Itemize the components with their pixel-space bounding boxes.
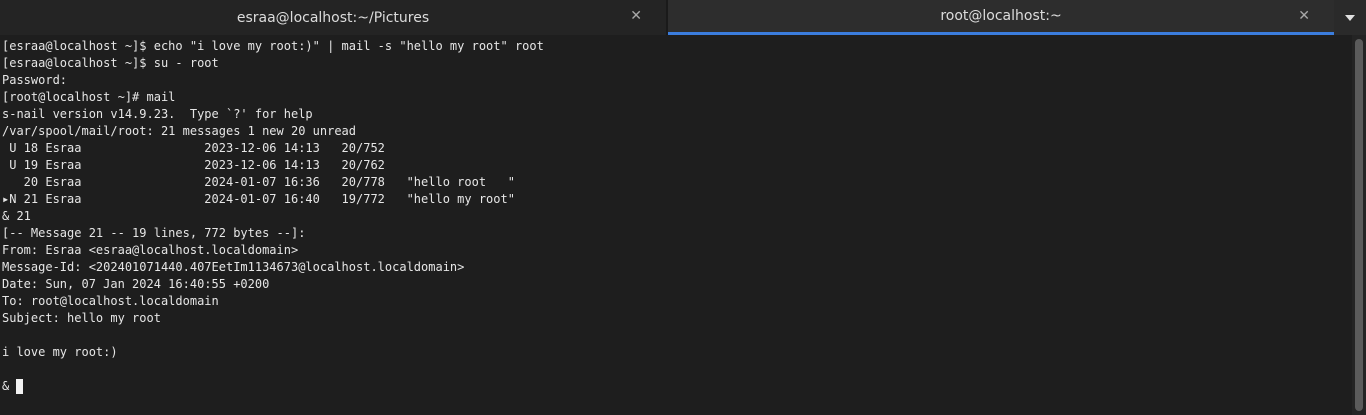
terminal-line: Message-Id: <202401071440.407EetIm113467… bbox=[2, 260, 465, 274]
prompt-line: & bbox=[2, 378, 544, 395]
text-cursor bbox=[16, 379, 24, 394]
terminal-line: [esraa@localhost ~]$ su - root bbox=[2, 56, 219, 70]
tab-title: esraa@localhost:~/Pictures bbox=[236, 9, 430, 26]
terminal-output[interactable]: [esraa@localhost ~]$ echo "i love my roo… bbox=[0, 35, 1352, 415]
terminal-line: U 19 Esraa 2023-12-06 14:13 20/762 bbox=[2, 158, 385, 172]
terminal-line: [esraa@localhost ~]$ echo "i love my roo… bbox=[2, 39, 544, 53]
tab-menu-button[interactable] bbox=[1334, 0, 1366, 35]
terminal-line: To: root@localhost.localdomain bbox=[2, 294, 219, 308]
close-icon[interactable]: ✕ bbox=[1298, 0, 1310, 32]
close-icon[interactable]: ✕ bbox=[630, 0, 642, 32]
scrollbar[interactable] bbox=[1352, 35, 1366, 415]
tab-root[interactable]: root@localhost:~ ✕ bbox=[668, 0, 1334, 35]
terminal-line: Password: bbox=[2, 73, 68, 87]
terminal-line: U 18 Esraa 2023-12-06 14:13 20/752 bbox=[2, 141, 385, 155]
terminal-line: [root@localhost ~]# mail bbox=[2, 90, 176, 104]
chevron-down-icon bbox=[1345, 14, 1355, 21]
terminal-line: ▸N 21 Esraa 2024-01-07 16:40 19/772 "hel… bbox=[2, 192, 515, 206]
terminal-line: 20 Esraa 2024-01-07 16:36 20/778 "hello … bbox=[2, 175, 515, 189]
mail-prompt: & bbox=[2, 379, 17, 393]
scrollbar-thumb[interactable] bbox=[1355, 39, 1363, 411]
terminal-window: esraa@localhost:~/Pictures ✕ root@localh… bbox=[0, 0, 1366, 415]
terminal-line: From: Esraa <esraa@localhost.localdomain… bbox=[2, 243, 299, 257]
terminal-line: /var/spool/mail/root: 21 messages 1 new … bbox=[2, 124, 357, 138]
terminal-line: Subject: hello my root bbox=[2, 311, 161, 325]
tab-esraa-pictures[interactable]: esraa@localhost:~/Pictures ✕ bbox=[0, 0, 666, 35]
terminal-line: s-nail version v14.9.23. Type `?' for he… bbox=[2, 107, 313, 121]
tab-title: root@localhost:~ bbox=[940, 8, 1062, 24]
tab-bar: esraa@localhost:~/Pictures ✕ root@localh… bbox=[0, 0, 1366, 35]
terminal-line: & 21 bbox=[2, 209, 31, 223]
terminal-line: i love my root:) bbox=[2, 345, 118, 359]
terminal-lines: [esraa@localhost ~]$ echo "i love my roo… bbox=[2, 38, 544, 395]
terminal-line: Date: Sun, 07 Jan 2024 16:40:55 +0200 bbox=[2, 277, 270, 291]
terminal-line: [-- Message 21 -- 19 lines, 772 bytes --… bbox=[2, 226, 306, 240]
